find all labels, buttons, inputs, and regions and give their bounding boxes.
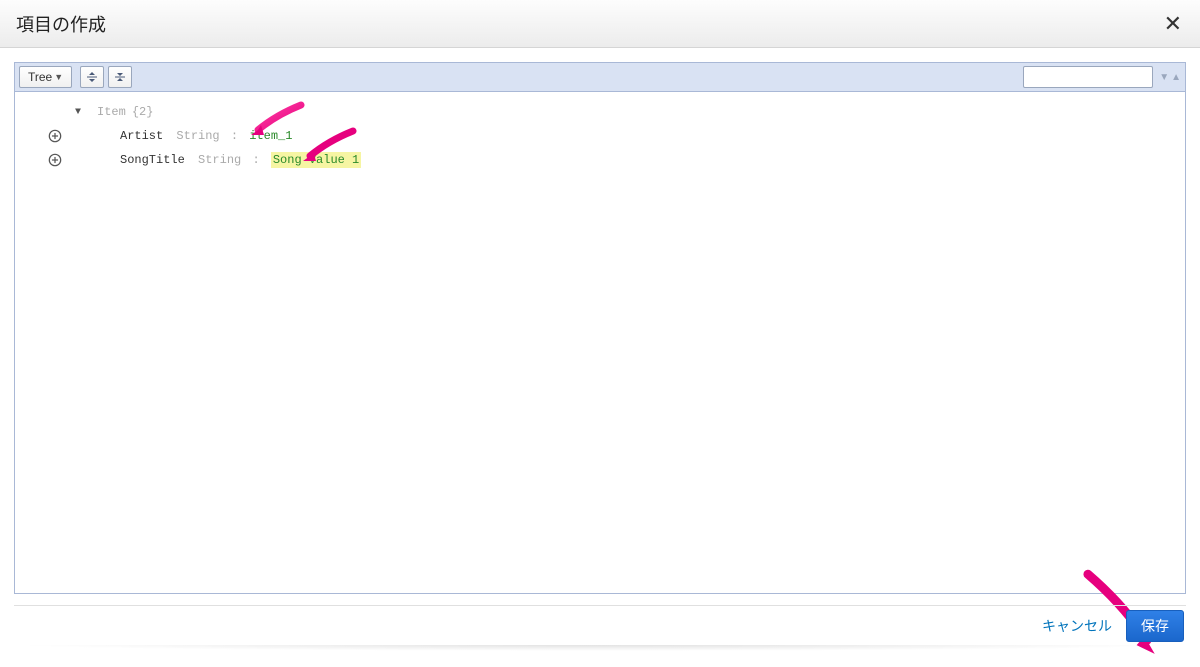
cancel-button[interactable]: キャンセル [1042, 616, 1112, 636]
footer-divider [14, 605, 1186, 606]
search-input[interactable] [1023, 66, 1153, 88]
expand-collapse-group [80, 66, 132, 88]
dialog-footer: キャンセル 保存 [1042, 610, 1184, 642]
search-prev-icon[interactable]: ▲ [1171, 72, 1181, 83]
view-mode-label: Tree [28, 70, 52, 84]
add-field-icon[interactable] [48, 129, 62, 143]
page-shadow [3, 645, 1197, 651]
editor-container: Tree ▼ ⌕ ▼ ▲ [0, 48, 1200, 594]
field-value[interactable]: item_1 [249, 129, 292, 143]
tree-row-content: SongTitle String : Song Value 1 [75, 153, 361, 167]
expand-all-button[interactable] [80, 66, 104, 88]
chevron-down-icon: ▼ [54, 72, 63, 82]
editor-toolbar: Tree ▼ ⌕ ▼ ▲ [14, 62, 1186, 92]
field-separator: : [231, 129, 238, 143]
field-value[interactable]: Song Value 1 [271, 152, 361, 168]
collapse-all-icon [113, 70, 127, 84]
field-type: String [176, 129, 219, 143]
search-group: ⌕ ▼ ▲ [1023, 66, 1181, 88]
field-key: SongTitle [120, 153, 185, 167]
search-box: ⌕ [1023, 66, 1153, 88]
dialog-title: 項目の作成 [16, 11, 106, 37]
view-mode-dropdown[interactable]: Tree ▼ [19, 66, 72, 88]
root-name: Item [97, 105, 126, 119]
add-field-icon[interactable] [48, 153, 62, 167]
search-nav-arrows: ▼ ▲ [1159, 72, 1181, 83]
json-tree-editor: ▼ Item {2} Artist String : item_1 [14, 92, 1186, 594]
tree-row[interactable]: Artist String : item_1 [15, 124, 1185, 148]
tree-root-row[interactable]: ▼ Item {2} [15, 100, 1185, 124]
save-button[interactable]: 保存 [1126, 610, 1184, 642]
search-next-icon[interactable]: ▼ [1159, 72, 1169, 83]
close-icon[interactable]: ✕ [1164, 13, 1182, 35]
expand-all-icon [85, 70, 99, 84]
field-type: String [198, 153, 241, 167]
field-key: Artist [120, 129, 163, 143]
collapse-all-button[interactable] [108, 66, 132, 88]
collapse-toggle-icon[interactable]: ▼ [75, 107, 85, 118]
field-separator: : [252, 153, 259, 167]
dialog-header: 項目の作成 ✕ [0, 0, 1200, 48]
root-count: {2} [132, 105, 154, 119]
tree-row[interactable]: SongTitle String : Song Value 1 [15, 148, 1185, 172]
tree-row-content: Artist String : item_1 [75, 129, 292, 143]
